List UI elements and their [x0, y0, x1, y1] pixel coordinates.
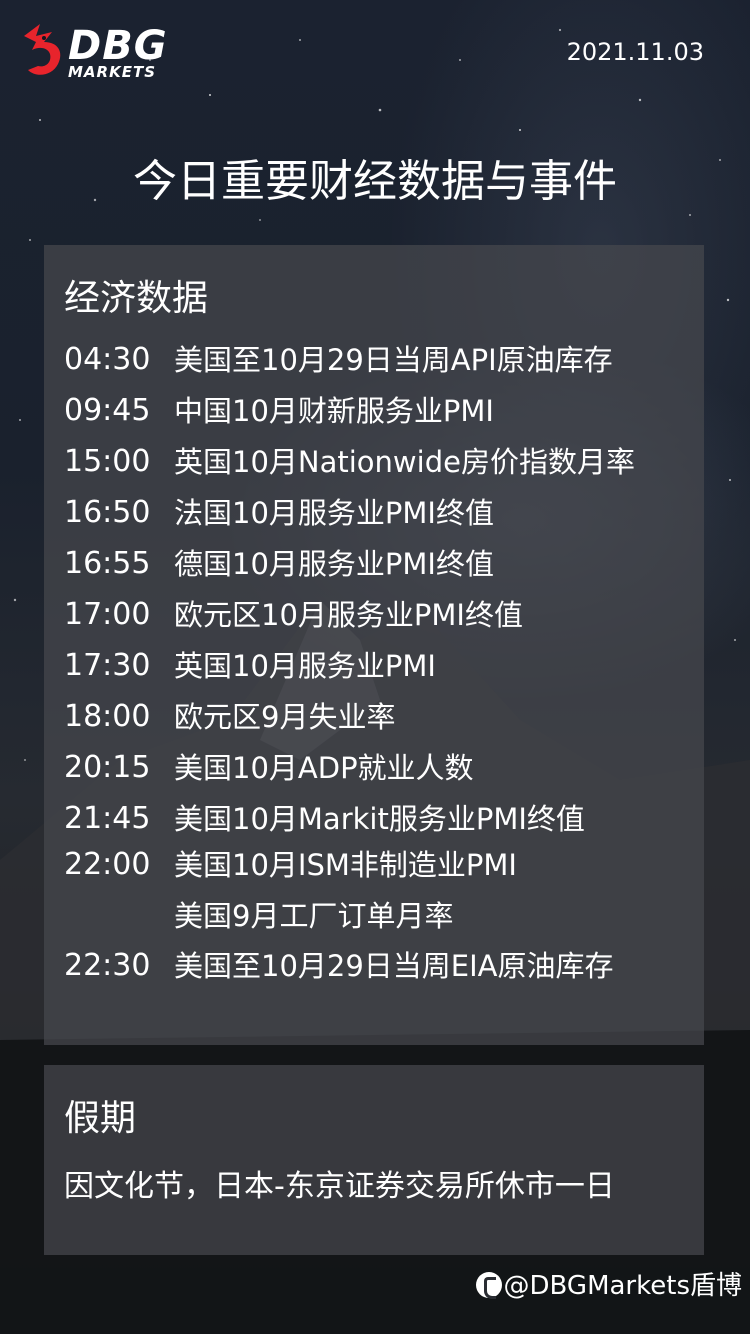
event-name: 美国至10月29日当周EIA原油库存: [174, 949, 614, 983]
list-item: 16:50 法国10月服务业PMI终值: [64, 493, 704, 533]
weibo-handle: @DBGMarkets盾博: [503, 1271, 742, 1301]
list-item: 20:15 美国10月ADP就业人数: [64, 748, 704, 788]
event-time: 21:45: [64, 801, 151, 836]
list-item: 22:30 美国至10月29日当周EIA原油库存: [64, 946, 704, 986]
event-name: 美国至10月29日当周API原油库存: [174, 343, 613, 377]
event-name: 英国10月服务业PMI: [174, 649, 436, 683]
event-name: 法国10月服务业PMI终值: [174, 496, 494, 530]
event-name: 德国10月服务业PMI终值: [174, 547, 494, 581]
dragon-logo-icon: [24, 24, 61, 75]
event-time: 16:50: [64, 495, 151, 530]
event-time: 17:30: [64, 648, 151, 683]
event-time: 09:45: [64, 393, 151, 428]
logo-text-dbg: DBG: [68, 23, 168, 69]
economic-data-heading: 经济数据: [64, 278, 209, 319]
event-time: 22:00: [64, 847, 151, 882]
event-time: 22:30: [64, 948, 151, 983]
list-item: 15:00 英国10月Nationwide房价指数月率: [64, 442, 704, 482]
weibo-icon: [475, 1272, 502, 1299]
page-title: 今日重要财经数据与事件: [133, 156, 617, 207]
holiday-panel: 假期 因文化节，日本-东京证券交易所休市一日: [44, 1065, 704, 1255]
logo-text-markets: MARKETS: [68, 63, 156, 81]
event-time: 17:00: [64, 597, 151, 632]
list-item: 04:30 美国至10月29日当周API原油库存: [64, 340, 704, 380]
report-date: 2021.11.03: [566, 38, 704, 66]
list-item: 21:45 美国10月Markit服务业PMI终值: [64, 799, 704, 839]
holiday-heading: 假期: [64, 1098, 137, 1139]
event-name: 美国10月Markit服务业PMI终值: [174, 802, 585, 836]
dbg-logo: DBG MARKETS: [18, 22, 188, 82]
list-item: 18:00 欧元区9月失业率: [64, 697, 704, 737]
event-time: 18:00: [64, 699, 151, 734]
list-item: 22:00 美国10月ISM非制造业PMI: [64, 845, 704, 885]
event-name: 美国9月工厂订单月率: [174, 899, 454, 933]
event-name: 欧元区10月服务业PMI终值: [174, 598, 523, 632]
economic-data-panel: 经济数据 04:30 美国至10月29日当周API原油库存 09:45 中国10…: [44, 245, 704, 1045]
list-item: 美国9月工厂订单月率: [64, 896, 704, 936]
list-item: 16:55 德国10月服务业PMI终值: [64, 544, 704, 584]
event-name: 美国10月ADP就业人数: [174, 751, 474, 785]
event-time: 20:15: [64, 750, 151, 785]
holiday-description: 因文化节，日本-东京证券交易所休市一日: [64, 1169, 615, 1204]
list-item: 17:30 英国10月服务业PMI: [64, 646, 704, 686]
event-name: 英国10月Nationwide房价指数月率: [174, 445, 635, 479]
event-name: 欧元区9月失业率: [174, 700, 396, 734]
weibo-watermark: @DBGMarkets盾博: [475, 1268, 742, 1304]
event-name: 美国10月ISM非制造业PMI: [174, 848, 517, 882]
event-time: 16:55: [64, 546, 151, 581]
list-item: 17:00 欧元区10月服务业PMI终值: [64, 595, 704, 635]
list-item: 09:45 中国10月财新服务业PMI: [64, 391, 704, 431]
event-time: 15:00: [64, 444, 151, 479]
event-time: 04:30: [64, 342, 151, 377]
event-name: 中国10月财新服务业PMI: [174, 394, 494, 428]
